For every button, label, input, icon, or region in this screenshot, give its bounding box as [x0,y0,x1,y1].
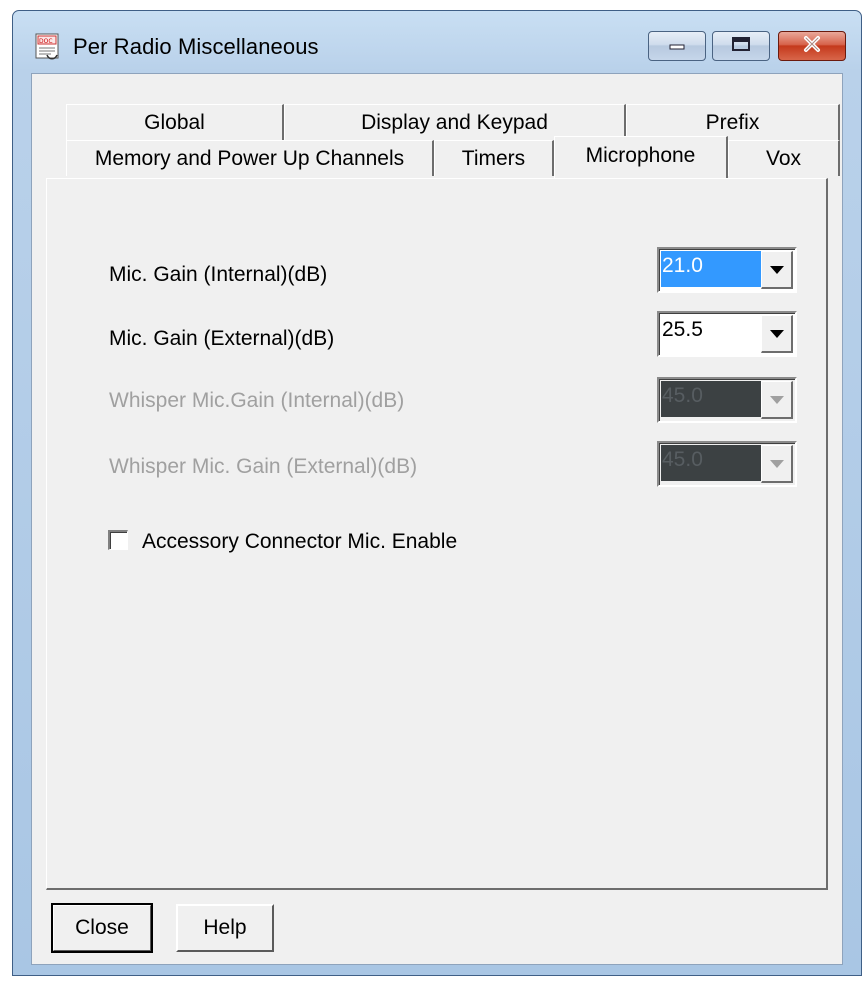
document-icon: DOC [35,33,61,61]
tab-global[interactable]: Global [66,104,284,140]
tab-label: Display and Keypad [361,110,548,134]
dropdown-button [761,445,793,483]
tab-label: Prefix [705,110,760,134]
dropdown-button [761,381,793,419]
whisper-mic-gain-internal-value: 45.0 [661,381,761,417]
dialog-window: DOC Per Radio Miscellaneous Global Displ… [12,10,862,976]
minimize-button[interactable] [648,31,706,61]
mic-gain-external-select[interactable]: 25.5 [657,311,797,357]
title-bar[interactable]: DOC Per Radio Miscellaneous [13,11,861,71]
dropdown-button[interactable] [761,315,793,353]
whisper-mic-gain-external-value: 45.0 [661,445,761,481]
close-button-label: Close [75,916,129,939]
tab-vox[interactable]: Vox [728,140,840,176]
whisper-mic-gain-external-label: Whisper Mic. Gain (External)(dB) [109,455,418,478]
mic-gain-internal-value: 21.0 [661,251,761,287]
maximize-icon [730,36,752,57]
whisper-mic-gain-external-select: 45.0 [657,441,797,487]
tab-memory-and-power-up-channels[interactable]: Memory and Power Up Channels [66,140,434,176]
mic-gain-external-label: Mic. Gain (External)(dB) [109,327,335,350]
window-close-button[interactable] [778,31,846,61]
dialog-client-area: Global Display and Keypad Prefix Memory … [31,73,843,965]
svg-text:DOC: DOC [39,38,53,45]
help-button[interactable]: Help [176,904,274,952]
help-button-label: Help [203,916,247,939]
mic-gain-internal-select[interactable]: 21.0 [657,247,797,293]
whisper-mic-gain-internal-label: Whisper Mic.Gain (Internal)(dB) [109,389,405,412]
chevron-down-icon [769,265,784,274]
tab-label: Global [144,110,205,134]
tab-label: Vox [765,146,802,170]
mic-gain-internal-label: Mic. Gain (Internal)(dB) [109,263,328,286]
tab-prefix[interactable]: Prefix [626,104,840,140]
accessory-connector-mic-label[interactable]: Accessory Connector Mic. Enable [142,530,457,554]
tab-timers[interactable]: Timers [434,140,554,176]
whisper-mic-gain-internal-select: 45.0 [657,377,797,423]
chevron-down-icon [769,459,784,468]
tab-label: Microphone [585,144,696,167]
tab-label: Memory and Power Up Channels [94,146,405,170]
tab-display-and-keypad[interactable]: Display and Keypad [284,104,626,140]
close-icon [800,34,824,59]
tab-label: Timers [461,146,526,170]
minimize-icon [667,37,687,56]
tab-microphone[interactable]: Microphone [554,136,728,178]
dropdown-button[interactable] [761,251,793,289]
close-button[interactable]: Close [52,904,152,952]
maximize-button[interactable] [712,31,770,61]
chevron-down-icon [769,329,784,338]
accessory-connector-mic-checkbox[interactable] [108,530,128,550]
window-title: Per Radio Miscellaneous [73,34,319,59]
chevron-down-icon [769,395,784,404]
mic-gain-external-value: 25.5 [662,318,703,341]
